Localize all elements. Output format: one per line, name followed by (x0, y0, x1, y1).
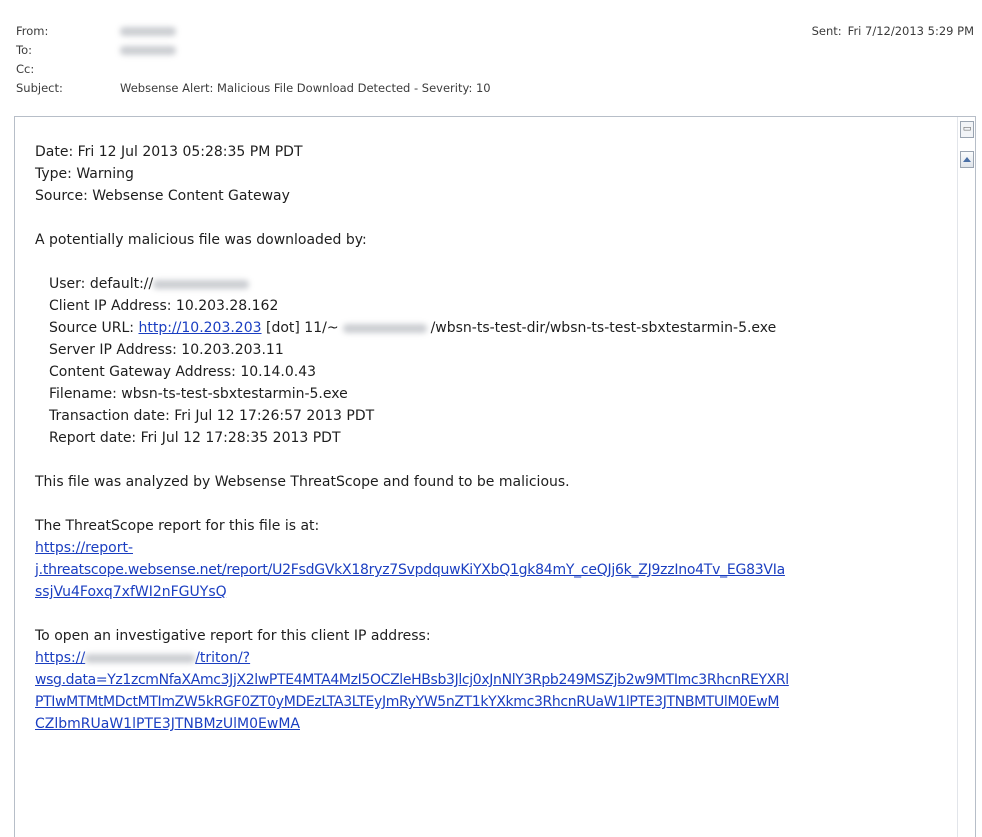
message-content: Date: Fri 12 Jul 2013 05:28:35 PM PDT Ty… (35, 141, 955, 735)
redacted-user (153, 279, 250, 289)
report-link-text-2[interactable]: j.threatscope.websense.net/report/U2FsdG… (35, 562, 785, 578)
redacted-host[interactable] (85, 650, 196, 666)
subject-value: Websense Alert: Malicious File Download … (120, 81, 491, 95)
alert-source: Source: Websense Content Gateway (35, 188, 290, 204)
investigate-link-suffix[interactable]: /triton/? (195, 650, 250, 666)
investigate-link-prefix[interactable]: https:// (35, 650, 85, 666)
sent-label: Sent: (811, 24, 842, 38)
report-link-text-1[interactable]: https://report- (35, 540, 133, 556)
vertical-scrollbar[interactable]: ▭ (957, 117, 975, 837)
source-url-label: Source URL: (49, 320, 139, 336)
subject-label: Subject: (16, 81, 63, 95)
report-intro-line: The ThreatScope report for this file is … (35, 518, 320, 534)
report-link-part-2[interactable]: j.threatscope.websense.net/report/U2FsdG… (35, 559, 955, 581)
gateway-ip-line: Content Gateway Address: 10.14.0.43 (49, 364, 317, 380)
sent-value: Fri 7/12/2013 5:29 PM (847, 24, 974, 38)
source-url-line: Source URL: http://10.203.203 [dot] 11/~… (35, 317, 955, 339)
arrow-up-icon (963, 157, 971, 162)
investigate-link-part-4[interactable]: CZlbmRUaW1lPTE3JTNBMzUlM0EwMA (35, 713, 955, 735)
message-header: From: To: Cc: Subject: Websense Alert: M… (0, 0, 982, 112)
alert-intro: A potentially malicious file was downloa… (35, 232, 367, 248)
investigate-intro-line: To open an investigative report for this… (35, 628, 431, 644)
user-prefix: User: default:// (49, 276, 154, 292)
source-url-suffix: /wbsn-ts-test-dir/wbsn-ts-test-sbxtestar… (430, 320, 777, 336)
transaction-date-line: Transaction date: Fri Jul 12 17:26:57 20… (49, 408, 375, 424)
cc-label: Cc: (16, 62, 35, 76)
report-date-line: Report date: Fri Jul 12 17:28:35 2013 PD… (49, 430, 341, 446)
redacted-path (342, 323, 427, 333)
to-value[interactable] (120, 41, 176, 59)
report-link-text-3[interactable]: ssjVu4Foxq7xfWI2nFGUYsQ (35, 584, 227, 600)
alert-date: Date: Fri 12 Jul 2013 05:28:35 PM PDT (35, 144, 303, 160)
scroll-up-button[interactable] (960, 151, 974, 168)
redacted-sender (120, 27, 176, 36)
from-value[interactable] (120, 22, 176, 40)
investigate-link-part-1[interactable]: https:// /triton/? (35, 647, 955, 669)
investigate-link-text-3[interactable]: PTIwMTMtMDctMTImZW5kRGF0ZT0yMDEzLTA3LTEy… (35, 694, 779, 710)
from-label: From: (16, 24, 49, 38)
sent-info: Sent: Fri 7/12/2013 5:29 PM (812, 24, 974, 38)
investigate-link-part-3[interactable]: PTIwMTMtMDctMTImZW5kRGF0ZT0yMDEzLTA3LTEy… (35, 691, 955, 713)
source-url-link[interactable]: http://10.203.203 (138, 320, 261, 336)
to-label: To: (16, 43, 32, 57)
investigate-link-text-2[interactable]: wsg.data=Yz1zcmNfaXAmc3JjX2lwPTE4MTA4MzI… (35, 672, 789, 688)
report-link-part-1[interactable]: https://report- (35, 537, 955, 559)
client-ip-line: Client IP Address: 10.203.28.162 (49, 298, 279, 314)
split-pane-icon[interactable]: ▭ (960, 121, 974, 138)
user-line: User: default:// (35, 273, 955, 295)
server-ip-line: Server IP Address: 10.203.203.11 (49, 342, 284, 358)
message-body-pane[interactable]: ▭ Date: Fri 12 Jul 2013 05:28:35 PM PDT … (14, 116, 976, 837)
redacted-recipient (120, 46, 176, 55)
filename-line: Filename: wbsn-ts-test-sbxtestarmin-5.ex… (49, 386, 348, 402)
source-url-mid: [dot] 11/~ (261, 320, 339, 336)
investigate-link-part-2[interactable]: wsg.data=Yz1zcmNfaXAmc3JjX2lwPTE4MTA4MzI… (35, 669, 955, 691)
redacted-host-blur (85, 653, 196, 663)
report-link-part-3[interactable]: ssjVu4Foxq7xfWI2nFGUYsQ (35, 581, 955, 603)
analysis-line: This file was analyzed by Websense Threa… (35, 474, 570, 490)
investigate-link-text-4[interactable]: CZlbmRUaW1lPTE3JTNBMzUlM0EwMA (35, 716, 300, 732)
alert-type: Type: Warning (35, 166, 134, 182)
